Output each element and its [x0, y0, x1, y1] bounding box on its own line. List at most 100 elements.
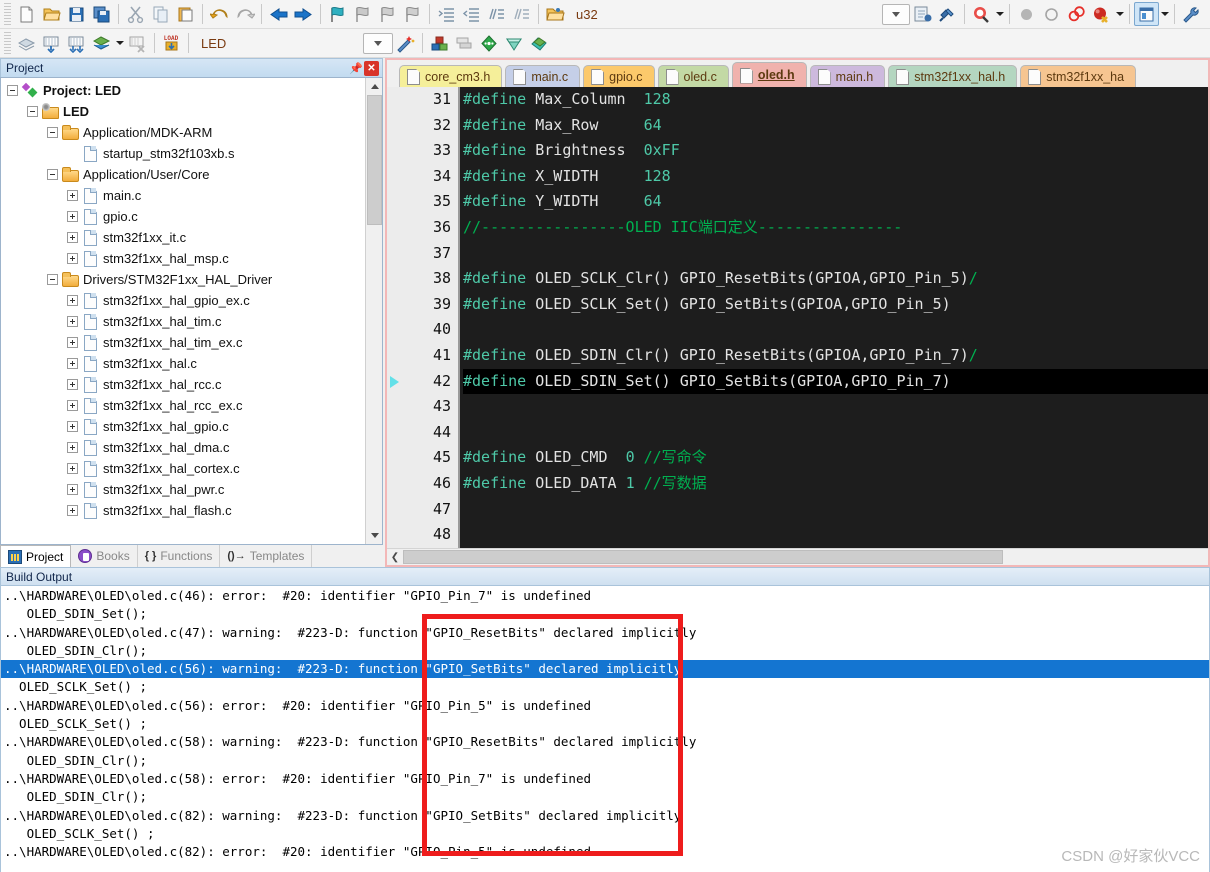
bookmark-clear-icon[interactable]	[400, 2, 425, 26]
build-output-text[interactable]: ..\HARDWARE\OLED\oled.c(46): error: #20:…	[0, 586, 1210, 872]
panel-tab-project[interactable]: Project	[0, 545, 72, 567]
tree-item[interactable]: Project: LED	[1, 80, 365, 101]
cut-icon[interactable]	[123, 2, 148, 26]
kill-all-breakpoints-icon[interactable]	[1089, 2, 1114, 26]
tree-item[interactable]: stm32f1xx_hal_msp.c	[1, 248, 365, 269]
tree-item[interactable]: stm32f1xx_hal_flash.c	[1, 500, 365, 521]
editor-tab-main-c[interactable]: main.c	[505, 65, 581, 87]
build-output-line[interactable]: ..\HARDWARE\OLED\oled.c(58): warning: #2…	[1, 733, 1209, 751]
scrollbar-thumb[interactable]	[367, 95, 382, 225]
tree-item[interactable]: stm32f1xx_hal.c	[1, 353, 365, 374]
code-line[interactable]: #define X_WIDTH 128	[463, 164, 1208, 190]
code-line[interactable]	[463, 420, 1208, 446]
code-line[interactable]: #define OLED_SCLK_Clr() GPIO_ResetBits(G…	[463, 266, 1208, 292]
code-line[interactable]: #define Max_Row 64	[463, 113, 1208, 139]
insert-breakpoint-icon[interactable]	[1014, 2, 1039, 26]
configure-icon[interactable]	[1179, 2, 1204, 26]
build-output-line[interactable]: ..\HARDWARE\OLED\oled.c(82): error: #20:…	[1, 843, 1209, 861]
code-line[interactable]: #define OLED_SDIN_Clr() GPIO_ResetBits(G…	[463, 343, 1208, 369]
find-in-files-icon[interactable]	[969, 2, 994, 26]
expand-toggle-icon[interactable]	[67, 463, 78, 474]
redo-icon[interactable]	[232, 2, 257, 26]
expand-toggle-icon[interactable]	[67, 190, 78, 201]
build-output-line[interactable]: OLED_SDIN_Set();	[1, 605, 1209, 623]
build-output-line[interactable]: ..\HARDWARE\OLED\oled.c(56): error: #20:…	[1, 697, 1209, 715]
scroll-up-icon[interactable]	[366, 78, 382, 95]
expand-toggle-icon[interactable]	[67, 232, 78, 243]
tree-item[interactable]: stm32f1xx_hal_dma.c	[1, 437, 365, 458]
magic-wand-icon[interactable]	[393, 31, 418, 55]
code-line[interactable]	[463, 394, 1208, 420]
comment-icon[interactable]	[484, 2, 509, 26]
target-selector-dropdown[interactable]	[363, 32, 393, 54]
manage-components-icon[interactable]	[935, 2, 960, 26]
copy-icon[interactable]	[148, 2, 173, 26]
config-dropdown[interactable]	[882, 3, 910, 25]
expand-toggle-icon[interactable]	[67, 400, 78, 411]
collapse-toggle-icon[interactable]	[47, 274, 58, 285]
panel-tab-templates[interactable]: ()→ Templates	[220, 545, 313, 567]
build-icon[interactable]	[39, 31, 64, 55]
open-project-icon[interactable]	[543, 2, 568, 26]
code-line[interactable]: #define OLED_SCLK_Set() GPIO_SetBits(GPI…	[463, 292, 1208, 318]
tree-item[interactable]: stm32f1xx_hal_tim_ex.c	[1, 332, 365, 353]
collapse-toggle-icon[interactable]	[7, 85, 18, 96]
expand-toggle-icon[interactable]	[67, 211, 78, 222]
tree-item[interactable]: LED	[1, 101, 365, 122]
pack-installer-icon[interactable]	[477, 31, 502, 55]
build-output-line[interactable]: OLED_SDIN_Clr();	[1, 642, 1209, 660]
scroll-down-icon[interactable]	[366, 527, 382, 544]
code-editor[interactable]: 31 32 33 34 35 36 37 38 39 40 41 42 43 44 45 46 47 48 #de…	[387, 87, 1208, 548]
editor-tab-stm32f1xx-hal-h[interactable]: stm32f1xx_hal.h	[888, 65, 1018, 87]
kill-breakpoint-icon[interactable]	[1039, 2, 1064, 26]
tree-item[interactable]: stm32f1xx_hal_pwr.c	[1, 479, 365, 500]
bookmark-toggle-icon[interactable]	[325, 2, 350, 26]
open-file-icon[interactable]	[39, 2, 64, 26]
window-layout-icon[interactable]	[1134, 2, 1159, 26]
batch-build-caret[interactable]	[114, 31, 125, 55]
code-line[interactable]: #define OLED_CMD 0 //写命令	[463, 445, 1208, 471]
build-output-line[interactable]: OLED_SCLK_Set() ;	[1, 678, 1209, 696]
toolbar-grip[interactable]	[4, 3, 11, 25]
tree-item[interactable]: main.c	[1, 185, 365, 206]
build-output-line[interactable]: OLED_SDIN_Clr();	[1, 788, 1209, 806]
tree-item[interactable]: stm32f1xx_hal_gpio_ex.c	[1, 290, 365, 311]
tree-item[interactable]: stm32f1xx_hal_rcc_ex.c	[1, 395, 365, 416]
code-line[interactable]	[463, 497, 1208, 523]
build-output-line[interactable]: ..\HARDWARE\OLED\oled.c(46): error: #20:…	[1, 587, 1209, 605]
build-output-line[interactable]: ..\HARDWARE\OLED\oled.c(82): warning: #2…	[1, 807, 1209, 825]
collapse-toggle-icon[interactable]	[47, 127, 58, 138]
manage-project-items-icon[interactable]	[427, 31, 452, 55]
close-icon[interactable]: ✕	[364, 60, 379, 76]
editor-tab-oled-h[interactable]: oled.h	[731, 62, 807, 87]
expand-toggle-icon[interactable]	[67, 421, 78, 432]
editor-tab-main-h[interactable]: main.h	[809, 65, 886, 87]
tree-item[interactable]: stm32f1xx_hal_gpio.c	[1, 416, 365, 437]
expand-toggle-icon[interactable]	[67, 337, 78, 348]
code-line[interactable]: #define OLED_SDIN_Set() GPIO_SetBits(GPI…	[463, 368, 1208, 395]
stop-build-icon[interactable]	[125, 31, 150, 55]
editor-horizontal-scrollbar[interactable]: ❮	[387, 548, 1208, 565]
project-tree-scrollbar[interactable]	[365, 78, 382, 544]
new-file-icon[interactable]	[14, 2, 39, 26]
expand-toggle-icon[interactable]	[67, 442, 78, 453]
navigate-back-icon[interactable]	[266, 2, 291, 26]
run-time-environment-icon[interactable]	[502, 31, 527, 55]
build-output-line[interactable]: ..\HARDWARE\OLED\oled.c(47): warning: #2…	[1, 624, 1209, 642]
expand-toggle-icon[interactable]	[67, 379, 78, 390]
code-line[interactable]: #define Y_WIDTH 64	[463, 189, 1208, 215]
rebuild-icon[interactable]	[64, 31, 89, 55]
tree-item[interactable]: Drivers/STM32F1xx_HAL_Driver	[1, 269, 365, 290]
tree-item[interactable]: startup_stm32f103xb.s	[1, 143, 365, 164]
code-text-area[interactable]: #define Max_Column 128 #define Max_Row 64…	[460, 87, 1208, 548]
outdent-icon[interactable]	[459, 2, 484, 26]
code-line[interactable]: //----------------OLED IIC端口定义----------…	[463, 215, 1208, 241]
tree-item[interactable]: Application/User/Core	[1, 164, 365, 185]
save-all-icon[interactable]	[89, 2, 114, 26]
undo-icon[interactable]	[207, 2, 232, 26]
bookmark-prev-icon[interactable]	[375, 2, 400, 26]
expand-toggle-icon[interactable]	[67, 253, 78, 264]
expand-toggle-icon[interactable]	[67, 295, 78, 306]
window-layout-caret[interactable]	[1159, 2, 1170, 26]
tree-item[interactable]: stm32f1xx_it.c	[1, 227, 365, 248]
